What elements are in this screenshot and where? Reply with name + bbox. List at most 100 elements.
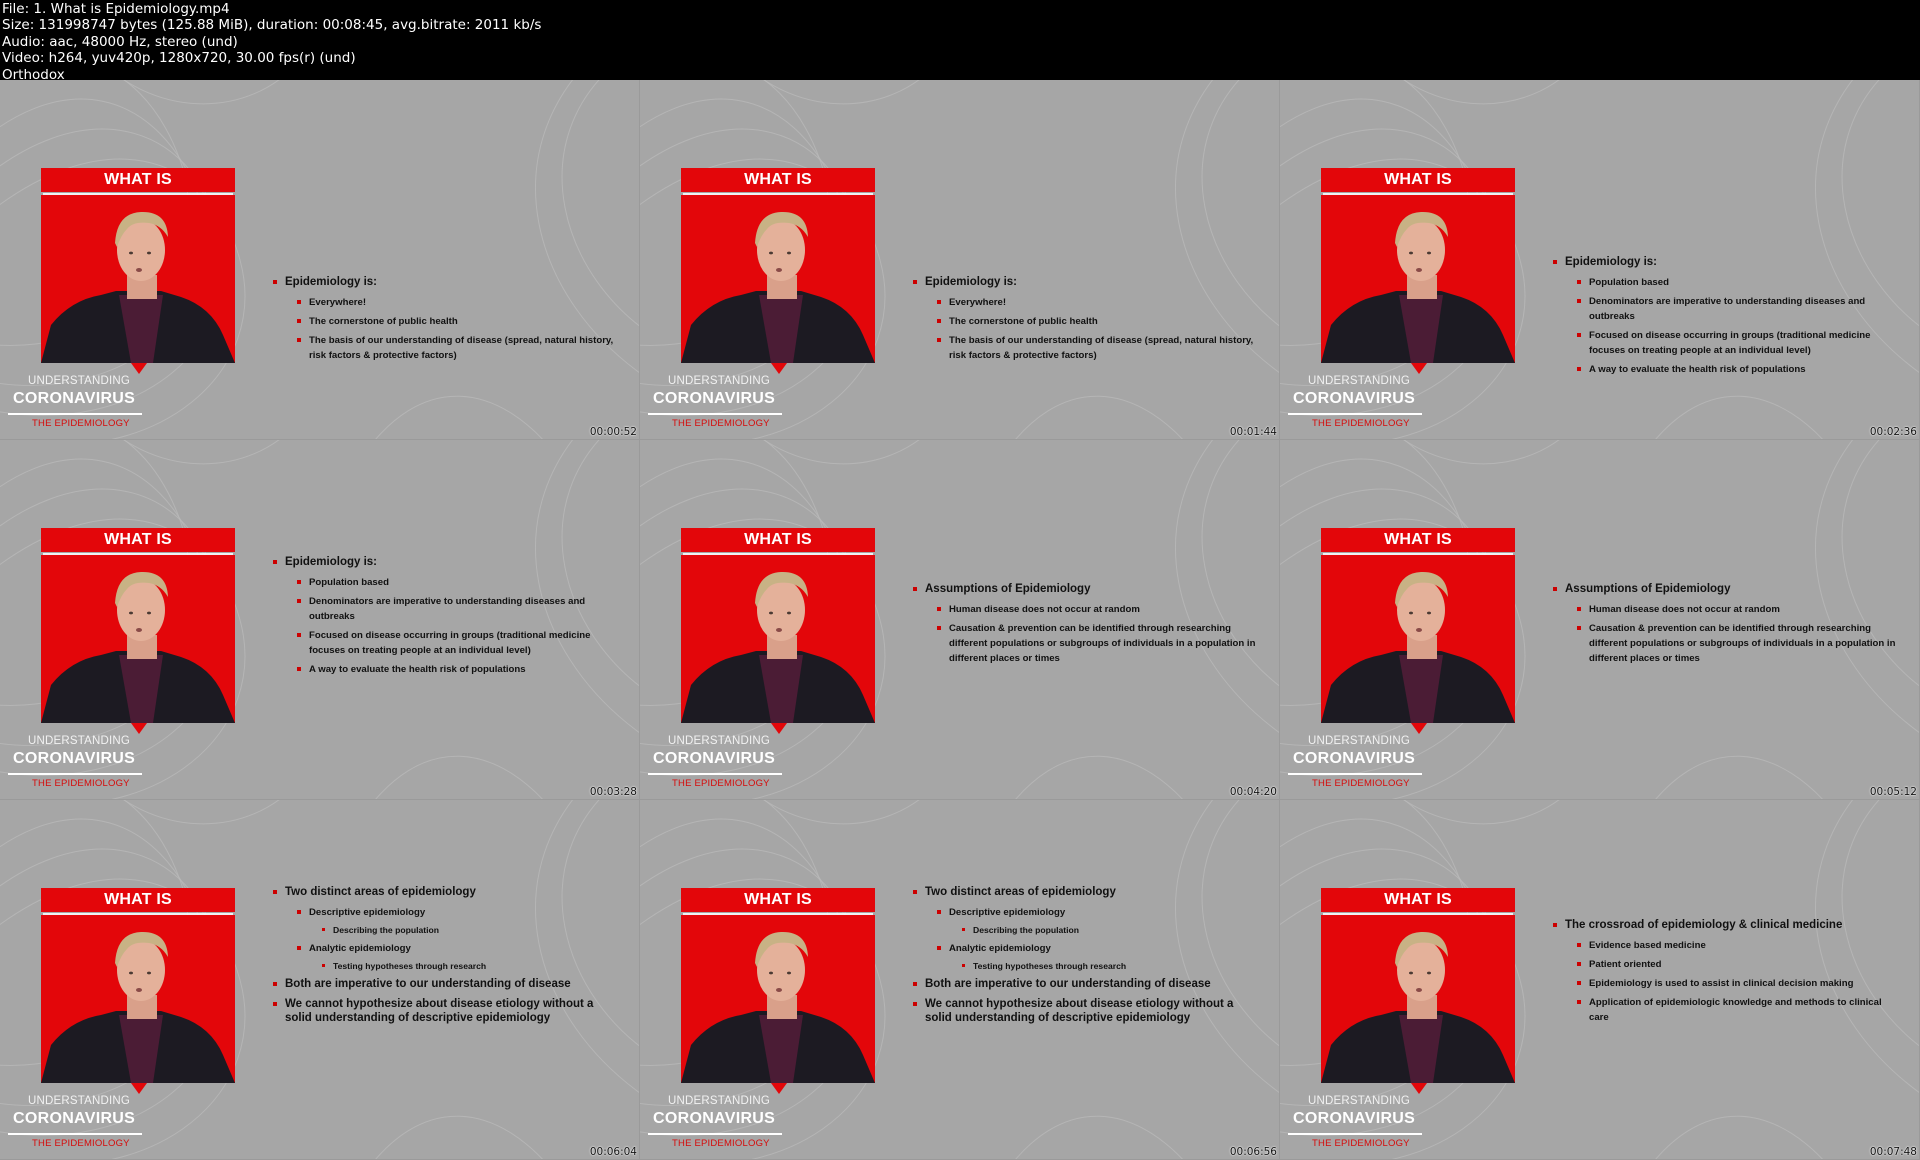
video-thumbnail[interactable]: WHAT IS EPIDEMIOLOGY? UNDERSTANDING CORONA… bbox=[1280, 80, 1920, 440]
bullet-item: Everywhere! bbox=[913, 295, 1263, 310]
brand-understanding: UNDERSTANDING bbox=[1308, 735, 1411, 747]
bullet-item: Descriptive epidemiology bbox=[913, 905, 1263, 920]
bullet-text: Analytic epidemiology bbox=[949, 943, 1051, 954]
bullet-square-icon bbox=[1577, 1000, 1581, 1004]
video-thumbnail[interactable]: WHAT IS EPIDEMIOLOGY? UNDERSTANDING CORONA… bbox=[1280, 440, 1920, 800]
slide-bullet-list: Assumptions of Epidemiology Human disease… bbox=[913, 582, 1263, 670]
video-thumbnail[interactable]: WHAT IS EPIDEMIOLOGY? UNDERSTANDING CORONA… bbox=[0, 800, 640, 1160]
brand-divider bbox=[1288, 1133, 1422, 1135]
slide-title: WHAT IS EPIDEMIOLOGY? bbox=[1321, 168, 1515, 212]
brand-understanding: UNDERSTANDING bbox=[28, 735, 131, 747]
bullet-text: Epidemiology is: bbox=[925, 276, 1018, 288]
bullet-item: Describing the population bbox=[913, 924, 1263, 937]
slide-bullet-list: Epidemiology is: Everywhere! The cornersto… bbox=[913, 275, 1263, 367]
brand-coronavirus: CORONAVIRUS bbox=[1293, 390, 1416, 407]
bullet-text: The cornerstone of public health bbox=[949, 316, 1098, 327]
brand-divider bbox=[8, 1133, 142, 1135]
bullet-item: Two distinct areas of epidemiology bbox=[913, 885, 1263, 899]
bullet-square-icon bbox=[297, 946, 301, 950]
bullet-text: Denominators are imperative to understan… bbox=[1589, 296, 1866, 322]
bullet-square-icon bbox=[273, 890, 277, 894]
bullet-item: The basis of our understanding of diseas… bbox=[273, 333, 623, 363]
bullet-item: Testing hypotheses through research bbox=[913, 960, 1263, 973]
video-thumbnail[interactable]: WHAT IS EPIDEMIOLOGY? UNDERSTANDING CORONA… bbox=[0, 440, 640, 800]
bullet-item: Assumptions of Epidemiology bbox=[1553, 582, 1903, 596]
bullet-square-icon bbox=[937, 910, 941, 914]
brand-understanding: UNDERSTANDING bbox=[1308, 1095, 1411, 1107]
bullet-item: Denominators are imperative to understan… bbox=[273, 594, 623, 624]
brand-the-epidemiology: THE EPIDEMIOLOGY bbox=[1312, 418, 1410, 429]
bullet-item: We cannot hypothesize about disease etio… bbox=[273, 997, 623, 1025]
bullet-item: Evidence based medicine bbox=[1553, 938, 1903, 953]
bullet-item: The cornerstone of public health bbox=[913, 314, 1263, 329]
bullet-square-icon bbox=[937, 607, 941, 611]
bullet-square-icon bbox=[297, 633, 301, 637]
bullet-text: Patient oriented bbox=[1589, 959, 1662, 970]
bullet-text: Describing the population bbox=[973, 925, 1079, 935]
bullet-item: Both are imperative to our understanding… bbox=[913, 977, 1263, 991]
video-thumbnail[interactable]: WHAT IS EPIDEMIOLOGY? UNDERSTANDING CORONA… bbox=[0, 80, 640, 440]
bullet-square-icon bbox=[297, 580, 301, 584]
photo-pointer-triangle bbox=[771, 363, 787, 374]
bullet-text: Human disease does not occur at random bbox=[949, 604, 1140, 615]
bullet-text: The basis of our understanding of diseas… bbox=[309, 335, 614, 361]
bullet-text: Descriptive epidemiology bbox=[309, 907, 426, 918]
bullet-item: Two distinct areas of epidemiology bbox=[273, 885, 623, 899]
bullet-square-icon bbox=[937, 946, 941, 950]
file-size-line: Size: 131998747 bytes (125.88 MiB), dura… bbox=[2, 17, 542, 34]
bullet-text: Two distinct areas of epidemiology bbox=[925, 886, 1116, 898]
bullet-text: Epidemiology is: bbox=[285, 276, 378, 288]
presenter-photo bbox=[41, 195, 235, 363]
bullet-item: Analytic epidemiology bbox=[913, 941, 1263, 956]
bullet-text: Assumptions of Epidemiology bbox=[925, 583, 1091, 595]
bullet-item: Assumptions of Epidemiology bbox=[913, 582, 1263, 596]
bullet-text: Epidemiology is: bbox=[285, 556, 378, 568]
bullet-square-icon bbox=[937, 300, 941, 304]
brand-the-epidemiology: THE EPIDEMIOLOGY bbox=[672, 1138, 770, 1149]
bullet-item: Human disease does not occur at random bbox=[913, 602, 1263, 617]
brand-understanding: UNDERSTANDING bbox=[668, 375, 771, 387]
bullet-square-icon bbox=[273, 1002, 277, 1006]
bullet-item: Descriptive epidemiology bbox=[273, 905, 623, 920]
brand-divider bbox=[648, 1133, 782, 1135]
bullet-item: Causation & prevention can be identified… bbox=[913, 621, 1263, 666]
bullet-text: Causation & prevention can be identified… bbox=[1589, 623, 1896, 664]
brand-divider bbox=[1288, 773, 1422, 775]
bullet-square-icon bbox=[322, 964, 325, 967]
slide-bullet-list: Epidemiology is: Population based Denomina… bbox=[1553, 255, 1903, 381]
bullet-text: Focused on disease occurring in groups (… bbox=[1589, 330, 1871, 356]
video-thumbnail[interactable]: WHAT IS EPIDEMIOLOGY? UNDERSTANDING CORONA… bbox=[640, 800, 1280, 1160]
brand-divider bbox=[8, 773, 142, 775]
brand-coronavirus: CORONAVIRUS bbox=[13, 750, 136, 767]
thumbnail-timestamp: 00:02:36 bbox=[1869, 426, 1917, 438]
bullet-text: Assumptions of Epidemiology bbox=[1565, 583, 1731, 595]
slide-bullet-list: The crossroad of epidemiology & clinical… bbox=[1553, 918, 1903, 1029]
bullet-square-icon bbox=[1553, 260, 1557, 264]
bullet-text: Causation & prevention can be identified… bbox=[949, 623, 1256, 664]
video-thumbnail[interactable]: WHAT IS EPIDEMIOLOGY? UNDERSTANDING CORONA… bbox=[1280, 800, 1920, 1160]
bullet-item: Epidemiology is: bbox=[913, 275, 1263, 289]
bullet-square-icon bbox=[297, 338, 301, 342]
bullet-item: We cannot hypothesize about disease etio… bbox=[913, 997, 1263, 1025]
bullet-square-icon bbox=[937, 319, 941, 323]
thumbnail-timestamp: 00:06:56 bbox=[1229, 1146, 1277, 1158]
bullet-text: Testing hypotheses through research bbox=[973, 961, 1127, 971]
video-thumbnail[interactable]: WHAT IS EPIDEMIOLOGY? UNDERSTANDING CORONA… bbox=[640, 440, 1280, 800]
bullet-square-icon bbox=[913, 587, 917, 591]
video-thumbnail[interactable]: WHAT IS EPIDEMIOLOGY? UNDERSTANDING CORONA… bbox=[640, 80, 1280, 440]
bullet-item: Analytic epidemiology bbox=[273, 941, 623, 956]
bullet-item: The crossroad of epidemiology & clinical… bbox=[1553, 918, 1903, 932]
bullet-square-icon bbox=[297, 300, 301, 304]
slide-title: WHAT IS EPIDEMIOLOGY? bbox=[41, 528, 235, 572]
video-info-line: Video: h264, yuv420p, 1280x720, 30.00 fp… bbox=[2, 50, 356, 67]
bullet-square-icon bbox=[1553, 923, 1557, 927]
presenter-photo bbox=[41, 555, 235, 723]
bullet-text: Both are imperative to our understanding… bbox=[285, 978, 571, 990]
bullet-text: Two distinct areas of epidemiology bbox=[285, 886, 476, 898]
bullet-square-icon bbox=[937, 626, 941, 630]
slide-title: WHAT IS EPIDEMIOLOGY? bbox=[41, 888, 235, 932]
bullet-square-icon bbox=[1553, 587, 1557, 591]
bullet-square-icon bbox=[913, 280, 917, 284]
bullet-text: Everywhere! bbox=[309, 297, 367, 308]
slide-title: WHAT IS EPIDEMIOLOGY? bbox=[681, 888, 875, 932]
